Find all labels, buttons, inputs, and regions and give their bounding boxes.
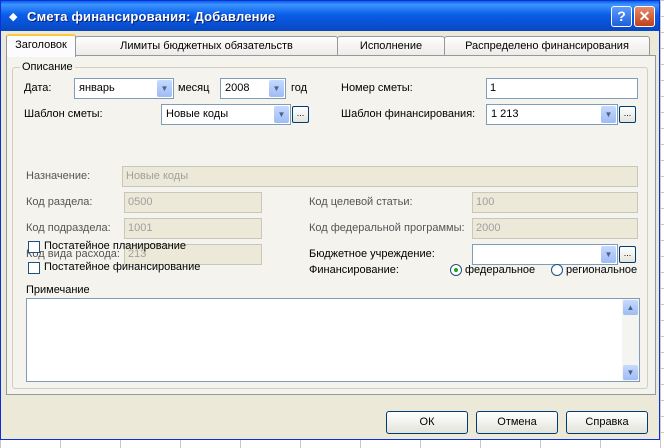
help-button[interactable]: Справка [566,411,648,434]
chevron-down-icon[interactable]: ▼ [269,80,284,97]
itemized-financing-label[interactable]: Постатейное финансирование [44,261,200,273]
funding-template-value: 1 213 [491,108,519,120]
itemized-planning-checkbox[interactable] [28,241,40,253]
title-bar[interactable]: ◆ Смета финансирования: Добавление ? ✕ [1,1,659,31]
federal-radio-label[interactable]: федеральное [465,264,535,276]
funding-template-combo[interactable]: 1 213 ▼ [486,104,618,125]
note-scrollbar[interactable]: ▲ ▼ [622,299,639,381]
year-label: год [291,82,308,94]
purpose-field: Новые коды [122,166,638,187]
help-title-button[interactable]: ? [611,6,632,27]
tab-distributed-financing[interactable]: Распределено финансирования [444,36,650,56]
purpose-label: Назначение: [26,170,91,182]
federal-radio[interactable] [450,264,462,276]
month-label: месяц [178,82,210,94]
estimate-template-value: Новые коды [166,108,229,120]
federal-program-code-label: Код федеральной программы: [309,222,465,234]
close-button[interactable]: ✕ [634,6,655,27]
financing-label: Финансирование: [309,264,399,276]
target-code-label: Код целевой статьи: [309,196,413,208]
target-code-field: 100 [472,192,638,213]
funding-template-label: Шаблон финансирования: [341,108,476,120]
estimate-template-combo[interactable]: Новые коды ▼ [161,104,291,125]
estimate-template-label: Шаблон сметы: [24,108,103,120]
tab-strip: Заголовок Лимиты бюджетных обязательств … [6,34,656,57]
estimate-template-browse-button[interactable]: ... [292,106,309,123]
chevron-down-icon[interactable]: ▼ [157,80,172,97]
date-label: Дата: [24,82,52,94]
estimate-number-field[interactable]: 1 [486,78,638,99]
tab-execution[interactable]: Исполнение [337,36,445,56]
estimate-number-label: Номер сметы: [341,82,413,94]
budget-institution-label: Бюджетное учреждение: [309,248,435,260]
funding-template-browse-button[interactable]: ... [619,106,636,123]
scroll-up-icon[interactable]: ▲ [623,300,638,315]
tab-budget-limits[interactable]: Лимиты бюджетных обязательств [75,36,338,56]
note-textarea[interactable]: ▲ ▼ [26,298,640,382]
year-value: 2008 [225,82,250,94]
regional-radio-label[interactable]: региональное [566,264,637,276]
section-code-field: 0500 [124,192,262,213]
budget-institution-combo[interactable]: ▼ [472,244,618,265]
budget-institution-browse-button[interactable]: ... [619,246,636,263]
month-value: январь [79,82,115,94]
section-code-label: Код раздела: [26,196,93,208]
note-label: Примечание [26,284,90,296]
itemized-financing-checkbox[interactable] [28,262,40,274]
regional-radio[interactable] [551,264,563,276]
federal-program-code-field: 2000 [472,218,638,239]
group-label: Описание [20,61,75,73]
chevron-down-icon[interactable]: ▼ [601,246,616,263]
year-combo[interactable]: 2008 ▼ [220,78,286,99]
tab-header[interactable]: Заголовок [6,34,76,57]
app-icon: ◆ [9,11,18,23]
chevron-down-icon[interactable]: ▼ [274,106,289,123]
itemized-planning-label[interactable]: Постатейное планирование [44,240,186,252]
month-combo[interactable]: январь ▼ [74,78,174,99]
subsection-code-field: 1001 [124,218,262,239]
subsection-code-label: Код подраздела: [26,222,111,234]
window-title: Смета финансирования: Добавление [27,9,276,24]
cancel-button[interactable]: Отмена [476,411,558,434]
chevron-down-icon[interactable]: ▼ [601,106,616,123]
scroll-down-icon[interactable]: ▼ [623,365,638,380]
ok-button[interactable]: ОК [386,411,468,434]
